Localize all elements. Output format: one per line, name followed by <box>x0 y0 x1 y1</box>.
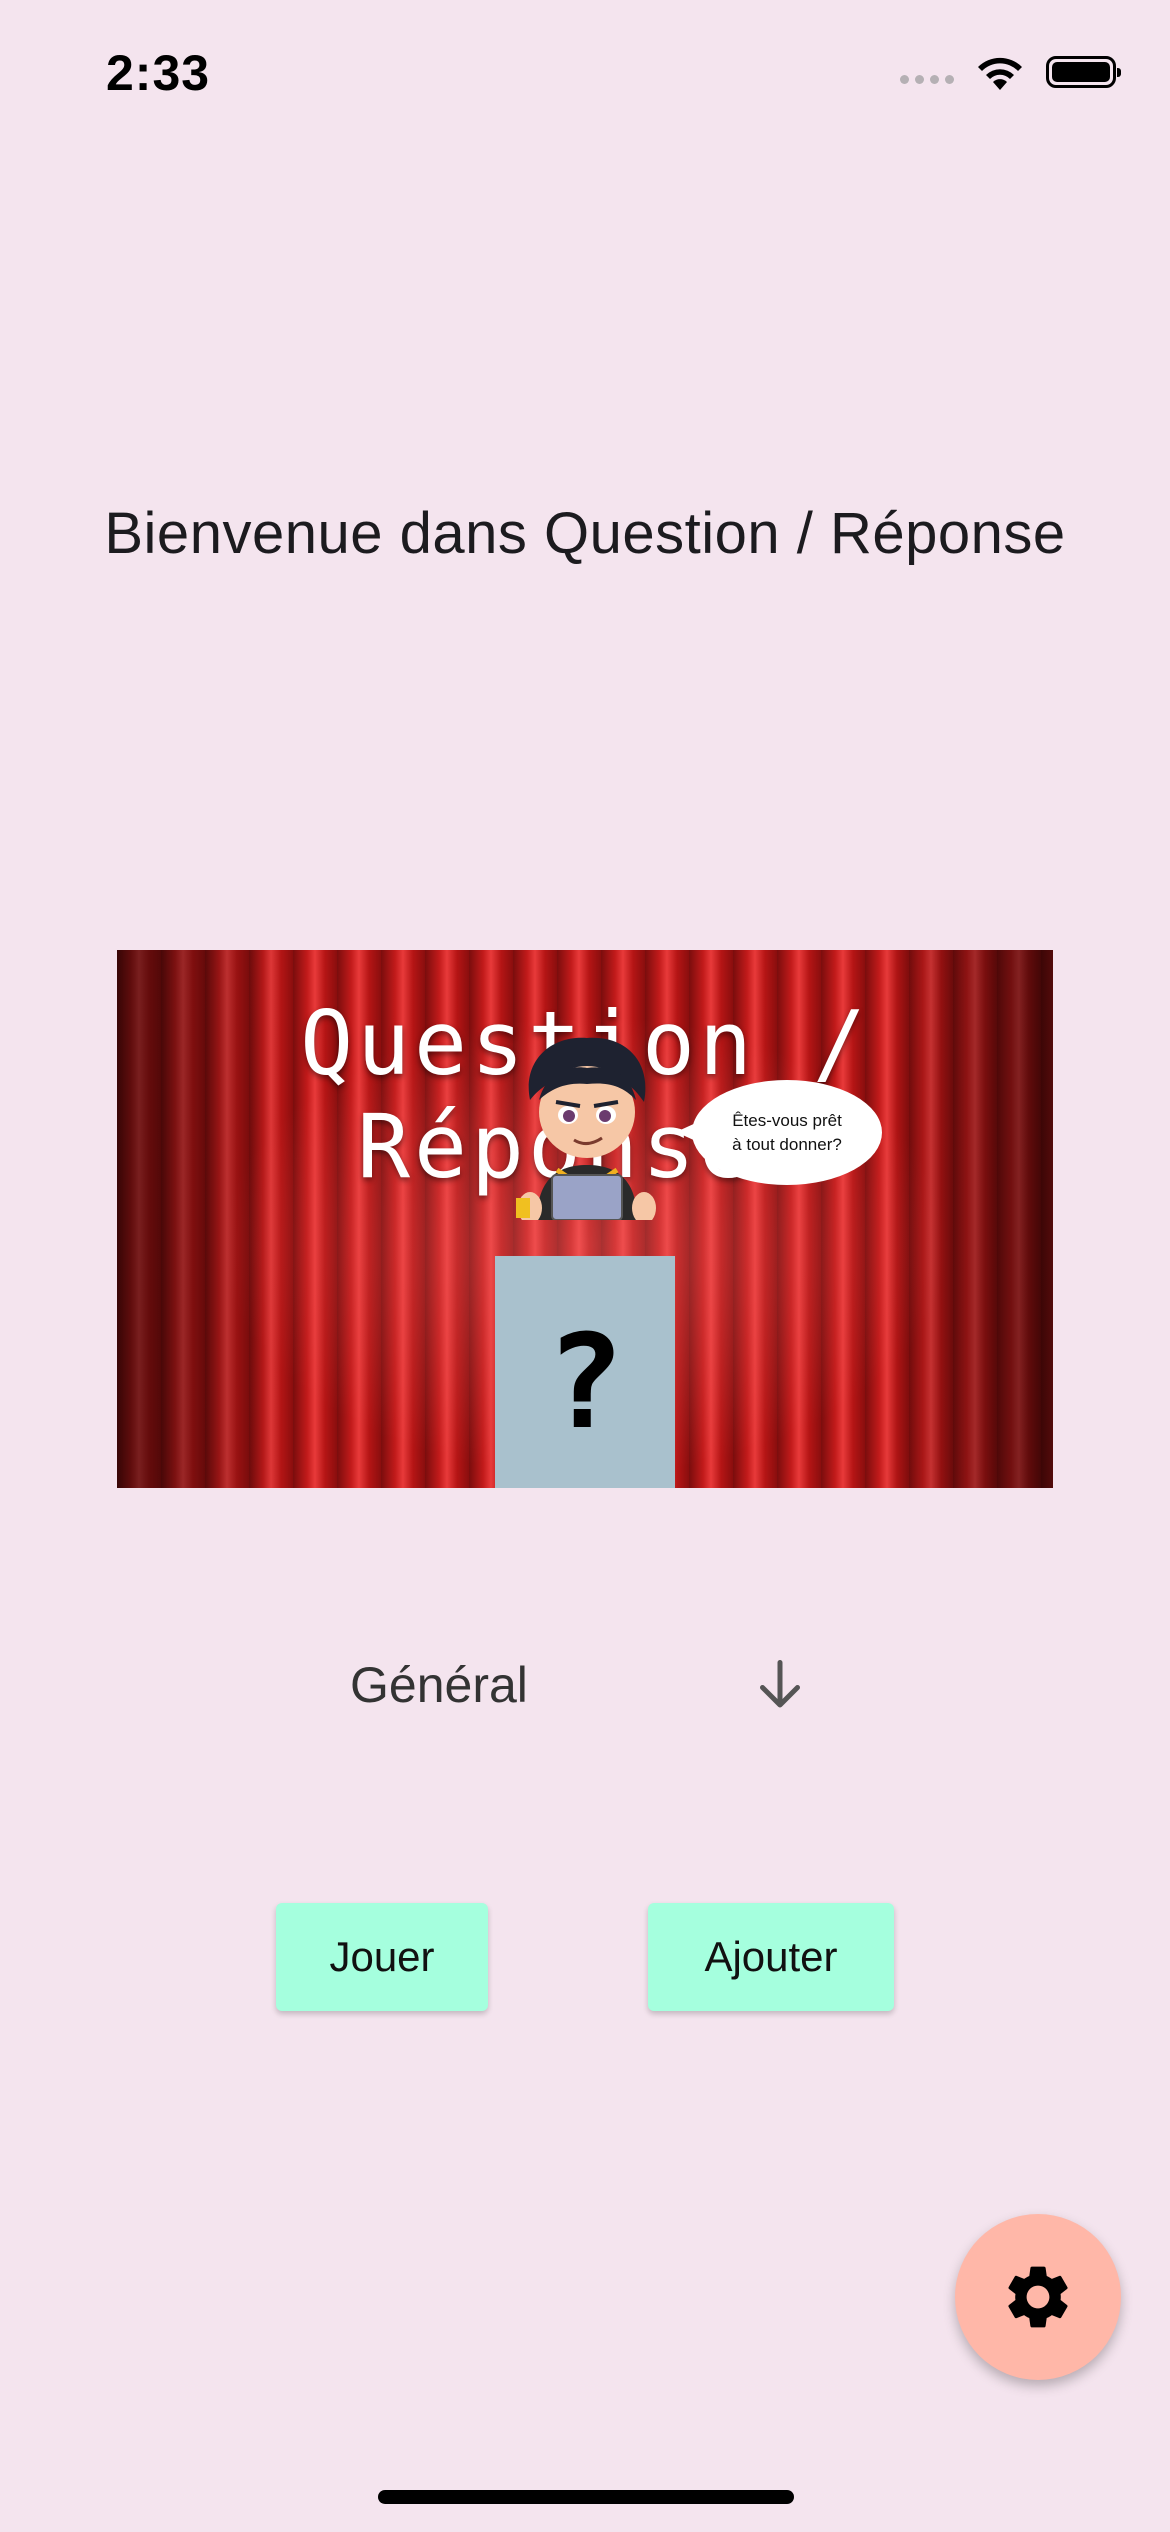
category-selected-value: Général <box>350 1657 528 1713</box>
question-mark: ? <box>545 1306 625 1458</box>
battery-icon <box>1046 56 1121 88</box>
play-button[interactable]: Jouer <box>276 1903 488 2011</box>
settings-fab[interactable] <box>955 2214 1121 2380</box>
speech-line-1: Êtes-vous prêt <box>732 1110 842 1130</box>
speech-line-2: à tout donner? <box>732 1134 842 1154</box>
wifi-icon <box>978 57 1022 90</box>
arrow-down-icon <box>760 1660 800 1708</box>
cellular-signal-icon <box>900 74 954 84</box>
speech-bubble: Êtes-vous prêt à tout donner? <box>676 1080 882 1185</box>
add-button[interactable]: Ajouter <box>648 1903 894 2011</box>
page-title: Bienvenue dans Question / Réponse <box>104 501 1066 566</box>
status-icons <box>900 52 1121 92</box>
gear-icon <box>1008 2266 1068 2328</box>
home-indicator <box>378 2490 794 2504</box>
podium: ? <box>495 1256 675 1488</box>
host-character-illustration <box>516 1037 656 1220</box>
banner-image: Question / Réponses Êtes-vous prêt à tou… <box>117 950 1053 1488</box>
category-dropdown[interactable]: Général <box>350 1640 820 1730</box>
status-time: 2:33 <box>106 45 211 101</box>
